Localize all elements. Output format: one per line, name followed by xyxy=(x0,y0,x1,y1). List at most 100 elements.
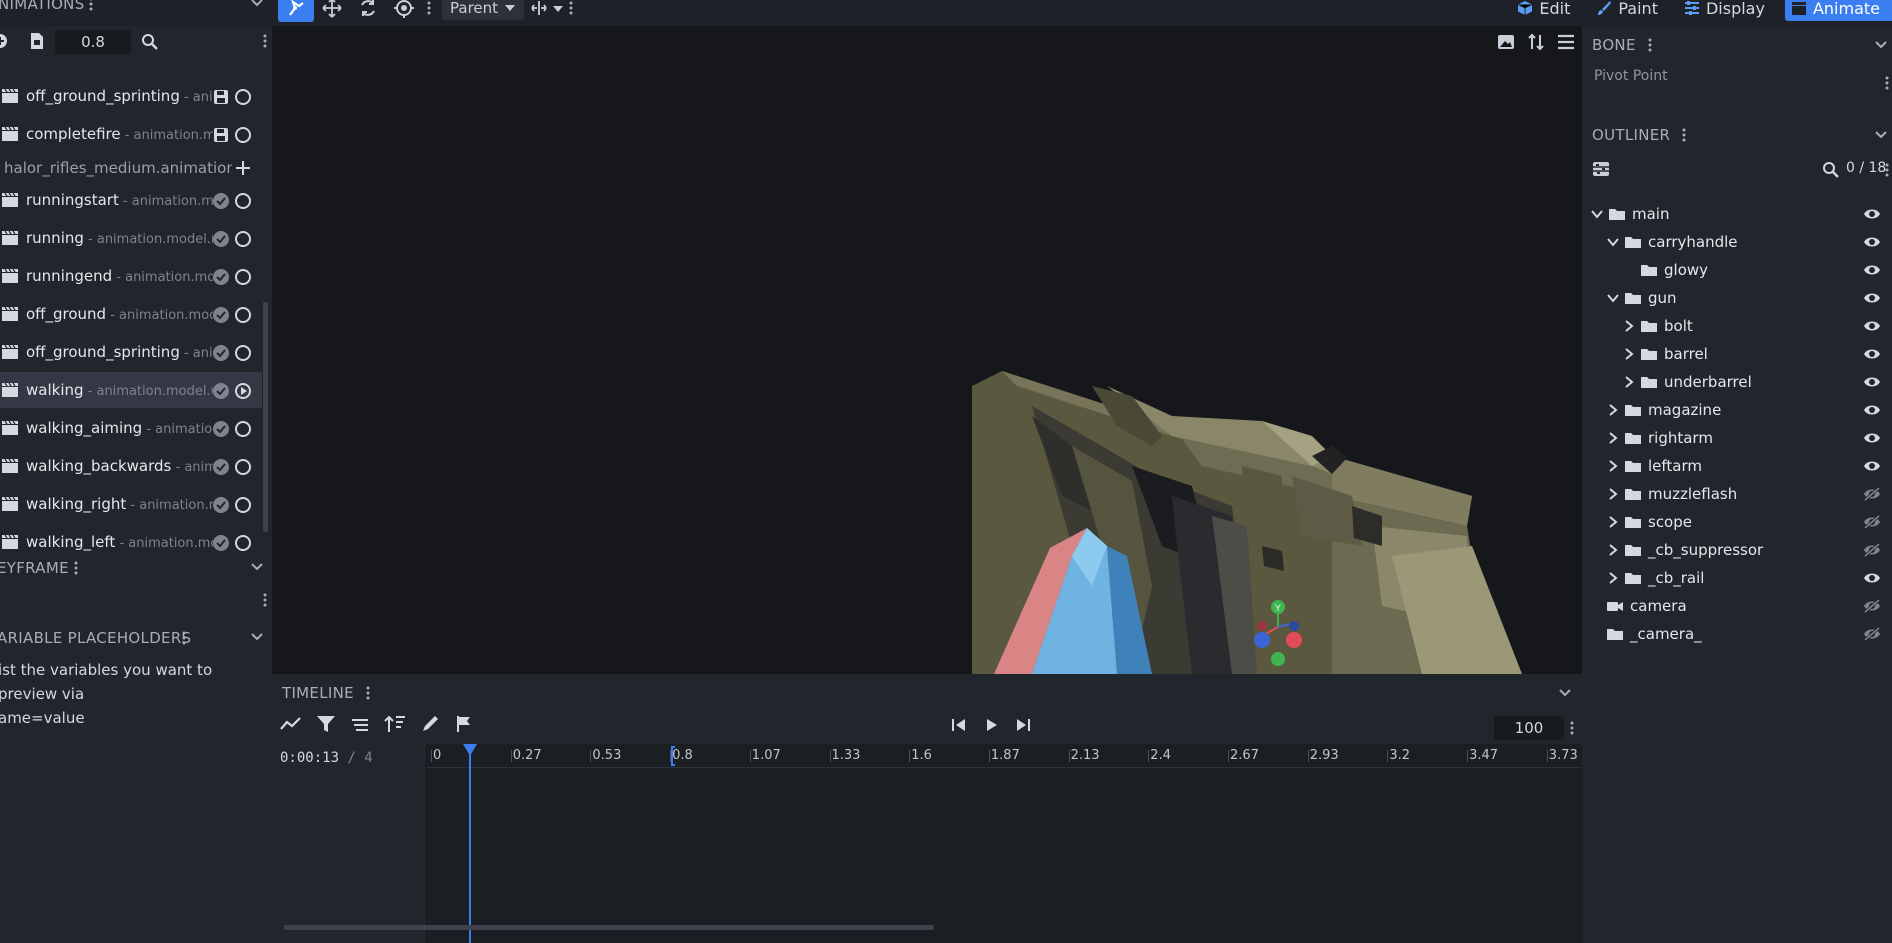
eye-icon[interactable] xyxy=(1863,431,1881,445)
channels-icon[interactable] xyxy=(350,714,370,734)
eye-off-icon[interactable] xyxy=(1863,599,1881,613)
outliner-item-scope[interactable]: scope xyxy=(1582,508,1892,536)
filter-icon[interactable] xyxy=(316,714,336,734)
outliner-item-cbrail[interactable]: _cb_rail xyxy=(1582,564,1892,592)
chevron-down-icon[interactable] xyxy=(250,562,264,576)
animation-list-scrollbar[interactable] xyxy=(263,302,268,532)
chevron-right-icon[interactable] xyxy=(1606,515,1620,529)
sort-icon[interactable] xyxy=(384,714,406,734)
chevron-right-icon[interactable] xyxy=(1622,347,1636,361)
eye-icon[interactable] xyxy=(1863,319,1881,333)
animation-speed-field[interactable]: 0.8 xyxy=(55,30,131,54)
menu-dots-icon[interactable] xyxy=(262,34,268,48)
animation-row[interactable]: off_ground - animation.model.off_ground xyxy=(0,296,262,332)
check-icon[interactable] xyxy=(213,231,229,247)
eye-off-icon[interactable] xyxy=(1863,515,1881,529)
pose-tool-button[interactable] xyxy=(278,0,314,22)
outliner-item-leftarm[interactable]: leftarm xyxy=(1582,452,1892,480)
eye-icon[interactable] xyxy=(1863,375,1881,389)
menu-dots-icon[interactable] xyxy=(365,686,371,700)
animation-row[interactable]: walking_aiming - animation.model.walking… xyxy=(0,410,262,446)
check-icon[interactable] xyxy=(213,421,229,437)
move-tool-button[interactable] xyxy=(314,0,350,22)
check-icon[interactable] xyxy=(213,269,229,285)
plus-icon[interactable] xyxy=(234,159,252,177)
eye-icon[interactable] xyxy=(1863,347,1881,361)
import-file-icon[interactable] xyxy=(30,32,44,50)
mirror-tool-button[interactable] xyxy=(524,0,568,22)
eye-off-icon[interactable] xyxy=(1863,543,1881,557)
eye-icon[interactable] xyxy=(1863,207,1881,221)
timeline-zoom-field[interactable]: 100 xyxy=(1494,716,1564,740)
circle-icon[interactable] xyxy=(234,306,252,324)
variable-placeholders-text[interactable]: ist the variables you want to preview vi… xyxy=(0,658,272,730)
menu-dots-icon[interactable] xyxy=(181,631,187,645)
eye-icon[interactable] xyxy=(1863,459,1881,473)
3d-viewport[interactable]: Y xyxy=(272,26,1582,674)
eye-icon[interactable] xyxy=(1863,263,1881,277)
search-icon[interactable] xyxy=(1822,161,1839,178)
chevron-down-icon[interactable] xyxy=(1874,40,1888,50)
menu-dots-icon[interactable] xyxy=(88,0,94,11)
save-icon[interactable] xyxy=(213,89,229,105)
circle-icon[interactable] xyxy=(234,420,252,438)
chevron-right-icon[interactable] xyxy=(1622,319,1636,333)
outliner-item-underbarrel[interactable]: underbarrel xyxy=(1582,368,1892,396)
flag-icon[interactable] xyxy=(454,714,474,734)
check-icon[interactable] xyxy=(213,345,229,361)
chevron-right-icon[interactable] xyxy=(1606,487,1620,501)
animation-row[interactable]: runningend - animation.model.runningend xyxy=(0,258,262,294)
outliner-item-camera[interactable]: _camera_ xyxy=(1582,620,1892,648)
menu-dots-icon[interactable] xyxy=(1647,38,1653,52)
timeline-horizontal-scrollbar[interactable] xyxy=(284,925,934,930)
menu-dots-icon[interactable] xyxy=(1569,721,1575,735)
outliner-item-carryhandle[interactable]: carryhandle xyxy=(1582,228,1892,256)
mode-paint[interactable]: Paint xyxy=(1590,0,1664,21)
chevron-right-icon[interactable] xyxy=(1606,571,1620,585)
chevron-down-icon[interactable] xyxy=(1606,235,1620,249)
circle-icon[interactable] xyxy=(234,88,252,106)
menu-dots-icon[interactable] xyxy=(262,593,268,607)
pencil-icon[interactable] xyxy=(420,714,440,734)
chevron-down-icon[interactable] xyxy=(250,632,264,646)
eye-icon[interactable] xyxy=(1863,403,1881,417)
outliner-item-glowy[interactable]: glowy xyxy=(1582,256,1892,284)
play-icon[interactable] xyxy=(982,716,1000,734)
menu-dots-icon[interactable] xyxy=(1681,128,1687,142)
chevron-right-icon[interactable] xyxy=(1606,403,1620,417)
chevron-right-icon[interactable] xyxy=(1606,543,1620,557)
animation-row[interactable]: runningstart - animation.model.runningst… xyxy=(0,182,262,218)
animation-file-group[interactable]: halor_rifles_medium.animation.json xyxy=(0,154,262,182)
animation-row[interactable]: walking_right - animation.model.walking_… xyxy=(0,486,262,522)
outliner-item-muzzleflash[interactable]: muzzleflash xyxy=(1582,480,1892,508)
chevron-right-icon[interactable] xyxy=(1622,375,1636,389)
playhead[interactable] xyxy=(469,744,471,943)
eye-icon[interactable] xyxy=(1863,571,1881,585)
circle-icon[interactable] xyxy=(234,192,252,210)
menu-dots-icon[interactable] xyxy=(426,1,432,15)
animation-row[interactable]: completefire - animation.model.completef… xyxy=(0,116,262,152)
animation-row[interactable]: walking_backwards - animation.model.walk… xyxy=(0,448,262,484)
outliner-item-camera[interactable]: camera xyxy=(1582,592,1892,620)
circle-icon[interactable] xyxy=(234,230,252,248)
eye-icon[interactable] xyxy=(1863,235,1881,249)
outliner-item-cbsuppressor[interactable]: _cb_suppressor xyxy=(1582,536,1892,564)
transform-space-select[interactable]: Parent xyxy=(442,0,525,20)
check-icon[interactable] xyxy=(213,193,229,209)
circle-icon[interactable] xyxy=(234,458,252,476)
playhead-handle[interactable] xyxy=(463,744,477,756)
view-mode-icon[interactable] xyxy=(1526,32,1546,52)
animation-row[interactable]: running - animation.model.running xyxy=(0,220,262,256)
play-circle-icon[interactable] xyxy=(234,382,252,400)
circle-icon[interactable] xyxy=(234,126,252,144)
outliner-toggle-icon[interactable] xyxy=(1592,161,1610,177)
eye-off-icon[interactable] xyxy=(1863,487,1881,501)
check-icon[interactable] xyxy=(213,459,229,475)
eye-off-icon[interactable] xyxy=(1863,627,1881,641)
save-icon[interactable] xyxy=(213,127,229,143)
chevron-right-icon[interactable] xyxy=(1606,431,1620,445)
mode-display[interactable]: Display xyxy=(1678,0,1771,21)
search-icon[interactable] xyxy=(141,33,158,50)
menu-dots-icon[interactable] xyxy=(1884,76,1890,90)
skip-forward-icon[interactable] xyxy=(1014,716,1032,734)
